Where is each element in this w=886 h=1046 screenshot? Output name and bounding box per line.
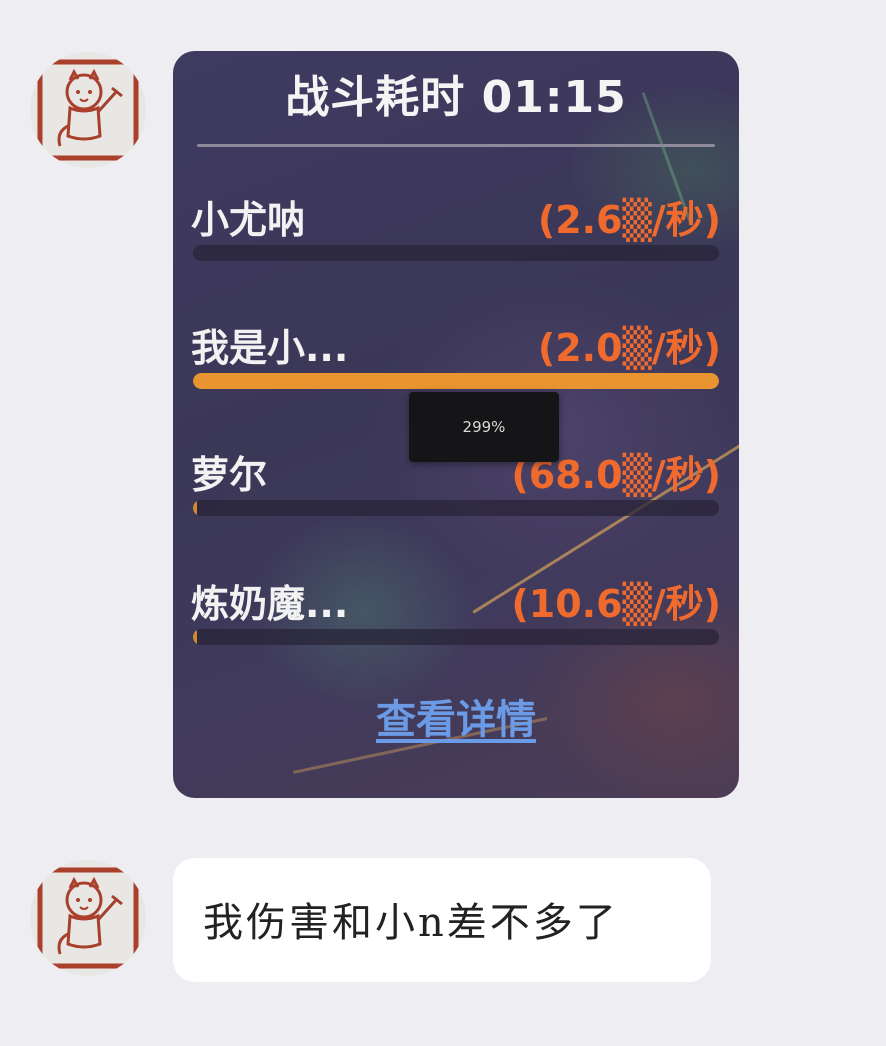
sender-avatar[interactable] xyxy=(30,52,146,168)
battle-duration-title: 战斗耗时 01:15 xyxy=(285,72,627,123)
player-name: 我是小... xyxy=(191,326,349,370)
zoom-level-tooltip: 299% xyxy=(409,392,559,462)
view-details-link[interactable]: 查看详情 xyxy=(173,687,739,745)
damage-bar xyxy=(193,629,719,645)
message-bubble[interactable]: 我伤害和小n差不多了 xyxy=(173,858,711,982)
title-divider xyxy=(197,144,715,147)
dps-value: (10.6▒/秒) xyxy=(511,582,721,626)
cat-avatar-icon xyxy=(37,59,139,161)
damage-bar-fill xyxy=(193,373,719,389)
damage-bar-fill xyxy=(193,629,197,645)
dps-value: (2.6▒/秒) xyxy=(537,198,721,242)
dps-value: (2.0▒/秒) xyxy=(537,326,721,370)
sender-avatar[interactable] xyxy=(30,860,146,976)
cat-avatar-icon xyxy=(37,867,139,969)
damage-bar xyxy=(193,500,719,516)
player-name: 萝尔 xyxy=(191,453,268,497)
damage-bar xyxy=(193,373,719,389)
damage-bar xyxy=(193,245,719,261)
message-text: 我伤害和小n差不多了 xyxy=(203,900,619,946)
player-name: 炼奶魔... xyxy=(191,582,349,626)
damage-bar-fill xyxy=(193,500,197,516)
player-name: 小尤呐 xyxy=(191,198,306,242)
